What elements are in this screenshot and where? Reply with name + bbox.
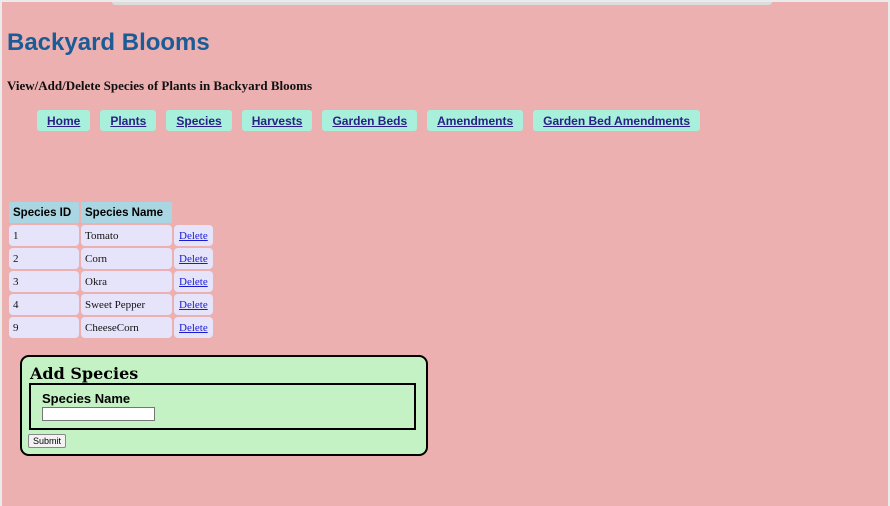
page-title: Backyard Blooms — [7, 29, 210, 56]
species-table: Species ID Species Name 1 Tomato Delete … — [7, 200, 215, 340]
nav-link-garden-beds[interactable]: Garden Beds — [322, 110, 418, 131]
action-cell: Delete — [174, 317, 213, 338]
species-name-label: Species Name — [42, 391, 131, 406]
table-row: 4 Sweet Pepper Delete — [9, 294, 213, 315]
submit-button[interactable]: Submit — [28, 434, 66, 448]
nav-link-amendments[interactable]: Amendments — [427, 110, 524, 131]
table-row: 2 Corn Delete — [9, 248, 213, 269]
delete-link[interactable]: Delete — [179, 322, 208, 334]
table-row: 9 CheeseCorn Delete — [9, 317, 213, 338]
species-name-cell: CheeseCorn — [81, 317, 172, 338]
species-name-cell: Sweet Pepper — [81, 294, 172, 315]
table-header-row: Species ID Species Name — [9, 202, 213, 223]
page-subtitle: View/Add/Delete Species of Plants in Bac… — [7, 78, 313, 93]
action-cell: Delete — [174, 225, 213, 246]
nav-link-garden-bed-amendments[interactable]: Garden Bed Amendments — [533, 110, 701, 131]
species-id-cell: 4 — [9, 294, 79, 315]
species-name-input[interactable] — [42, 407, 155, 421]
species-name-cell: Tomato — [81, 225, 172, 246]
browser-top-edge — [112, 2, 772, 5]
page-body: Backyard Blooms View/Add/Delete Species … — [2, 2, 888, 506]
table-row: 3 Okra Delete — [9, 271, 213, 292]
column-header-species-name: Species Name — [81, 202, 172, 223]
delete-link[interactable]: Delete — [179, 299, 208, 311]
nav-link-plants[interactable]: Plants — [100, 110, 157, 131]
form-title: Add Species — [30, 364, 139, 383]
nav-link-harvests[interactable]: Harvests — [241, 110, 313, 131]
delete-link[interactable]: Delete — [179, 276, 208, 288]
action-cell: Delete — [174, 248, 213, 269]
form-fieldset: Species Name — [29, 383, 416, 430]
species-id-cell: 9 — [9, 317, 79, 338]
species-id-cell: 1 — [9, 225, 79, 246]
nav-link-species[interactable]: Species — [166, 110, 232, 131]
delete-link[interactable]: Delete — [179, 230, 208, 242]
action-cell: Delete — [174, 294, 213, 315]
column-header-species-id: Species ID — [9, 202, 79, 223]
nav-link-home[interactable]: Home — [37, 110, 91, 131]
table-row: 1 Tomato Delete — [9, 225, 213, 246]
add-species-form: Add Species Species Name Submit — [20, 355, 428, 456]
species-name-cell: Corn — [81, 248, 172, 269]
species-name-cell: Okra — [81, 271, 172, 292]
delete-link[interactable]: Delete — [179, 253, 208, 265]
action-cell: Delete — [174, 271, 213, 292]
species-id-cell: 3 — [9, 271, 79, 292]
main-nav: Home Plants Species Harvests Garden Beds… — [37, 110, 701, 131]
species-id-cell: 2 — [9, 248, 79, 269]
